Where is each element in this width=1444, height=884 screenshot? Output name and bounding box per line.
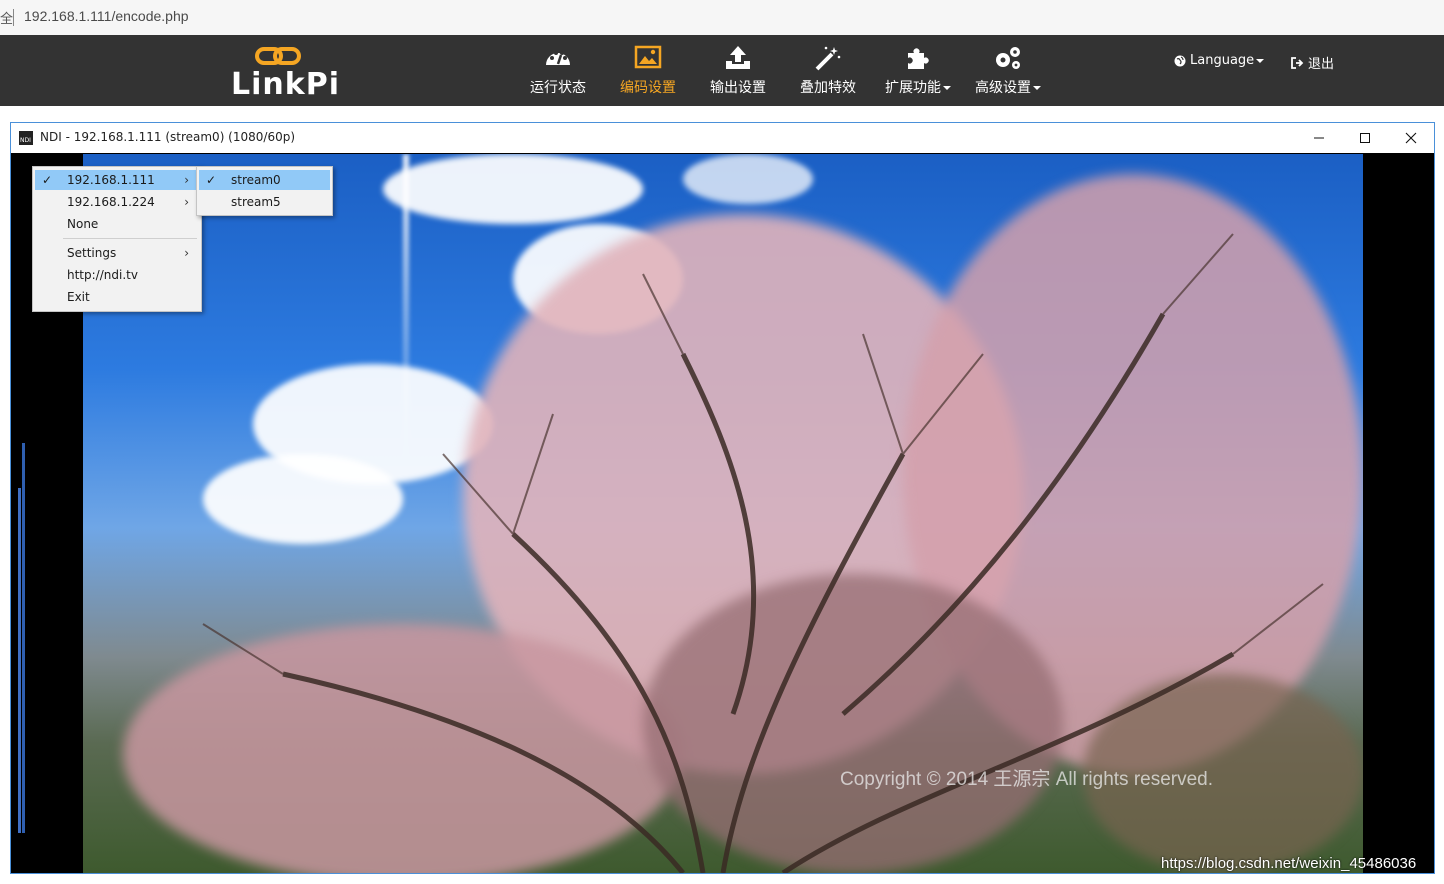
- submenu-item-label: stream0: [231, 173, 281, 187]
- minimize-button[interactable]: [1296, 123, 1342, 153]
- ndi-app-icon-text: NDI: [20, 137, 31, 144]
- ndi-app-icon: NDI: [19, 131, 33, 145]
- menu-item-label: None: [67, 217, 99, 231]
- audio-level-meter-right: [18, 488, 21, 833]
- minimize-icon: [1314, 137, 1324, 139]
- chevron-down-icon: [943, 86, 951, 90]
- nav-label-text: 高级设置: [975, 80, 1031, 96]
- audio-level-meter-left: [22, 443, 25, 833]
- site-navbar: LinkPi 运行状态 编码设置 输出设置 叠加特效 扩展功能 高级设置 Lan…: [0, 35, 1444, 106]
- menu-item-settings[interactable]: Settings ›: [35, 243, 199, 263]
- nav-label: 输出设置: [710, 80, 766, 96]
- menu-item-none[interactable]: None: [35, 214, 199, 234]
- magic-wand-icon: [815, 46, 841, 71]
- chevron-right-icon: ›: [184, 173, 189, 187]
- gears-icon: [996, 47, 1020, 69]
- checkmark-icon: ✓: [42, 173, 53, 187]
- ndi-context-menu: ✓ 192.168.1.111 › 192.168.1.224 › None S…: [32, 166, 202, 312]
- logout-label: 退出: [1308, 57, 1335, 72]
- chevron-down-icon: [1256, 58, 1265, 63]
- nav-label: 高级设置: [965, 77, 1051, 97]
- close-button[interactable]: [1388, 123, 1434, 153]
- menu-item-ndi-link[interactable]: http://ndi.tv: [35, 265, 199, 285]
- nav-item-advanced[interactable]: 高级设置: [965, 45, 1051, 103]
- logout-button[interactable]: 退出: [1291, 53, 1334, 72]
- upload-icon: [726, 46, 750, 69]
- language-dropdown[interactable]: Language: [1174, 53, 1265, 68]
- address-bar-security-label: 全: [0, 12, 14, 27]
- menu-item-source-111[interactable]: ✓ 192.168.1.111 ›: [35, 170, 199, 190]
- blog-watermark: https://blog.csdn.net/weixin_45486036: [1161, 855, 1417, 872]
- ndi-stream-submenu: ✓ stream0 stream5: [196, 166, 333, 216]
- chevron-right-icon: ›: [184, 246, 189, 260]
- video-copyright-overlay: Copyright © 2014 王源宗 All rights reserved…: [840, 769, 1214, 790]
- window-titlebar[interactable]: NDI NDI - 192.168.1.111 (stream0) (1080/…: [11, 123, 1434, 153]
- dashboard-icon: [546, 51, 570, 65]
- chevron-right-icon: ›: [184, 195, 189, 209]
- nav-label: 叠加特效: [800, 80, 856, 96]
- logo-text[interactable]: LinkPi: [231, 69, 340, 101]
- menu-item-source-224[interactable]: 192.168.1.224 ›: [35, 192, 199, 212]
- nav-label: 扩展功能: [875, 77, 961, 97]
- language-label: Language: [1190, 53, 1255, 68]
- browser-address-bar: 全 192.168.1.111/encode.php: [0, 0, 1444, 35]
- checkmark-icon: ✓: [206, 173, 217, 187]
- submenu-item-stream0[interactable]: ✓ stream0: [199, 170, 330, 190]
- menu-item-label: http://ndi.tv: [67, 268, 138, 282]
- chevron-down-icon: [1033, 86, 1041, 90]
- nav-item-overlay[interactable]: 叠加特效: [785, 45, 871, 103]
- ndi-viewer-window: NDI NDI - 192.168.1.111 (stream0) (1080/…: [10, 122, 1435, 874]
- logo-link-icon: [255, 47, 301, 65]
- globe-icon: [1174, 55, 1186, 66]
- nav-label: 运行状态: [530, 80, 586, 96]
- submenu-item-label: stream5: [231, 195, 281, 209]
- puzzle-icon: [908, 48, 929, 69]
- close-icon: [1405, 132, 1417, 144]
- nav-label: 编码设置: [620, 80, 676, 96]
- maximize-icon: [1360, 133, 1370, 143]
- address-url[interactable]: 192.168.1.111/encode.php: [24, 8, 189, 24]
- nav-item-output[interactable]: 输出设置: [695, 45, 781, 103]
- maximize-button[interactable]: [1342, 123, 1388, 153]
- nav-label-text: 扩展功能: [885, 80, 941, 96]
- menu-item-label: 192.168.1.224: [67, 195, 155, 209]
- nav-item-extensions[interactable]: 扩展功能: [875, 45, 961, 103]
- nav-item-status[interactable]: 运行状态: [515, 45, 601, 103]
- sign-out-icon: [1291, 56, 1304, 69]
- menu-divider: [63, 238, 197, 239]
- ndi-video-frame[interactable]: Copyright © 2014 王源宗 All rights reserved…: [83, 154, 1363, 873]
- menu-item-label: Settings: [67, 246, 117, 260]
- nav-item-encode[interactable]: 编码设置: [605, 45, 691, 103]
- menu-item-label: 192.168.1.111: [67, 173, 155, 187]
- menu-item-exit[interactable]: Exit: [35, 287, 199, 307]
- address-bar-separator: [13, 9, 14, 26]
- submenu-item-stream5[interactable]: stream5: [199, 192, 330, 212]
- window-title: NDI - 192.168.1.111 (stream0) (1080/60p): [40, 130, 296, 144]
- image-icon: [634, 45, 662, 69]
- menu-item-label: Exit: [67, 290, 90, 304]
